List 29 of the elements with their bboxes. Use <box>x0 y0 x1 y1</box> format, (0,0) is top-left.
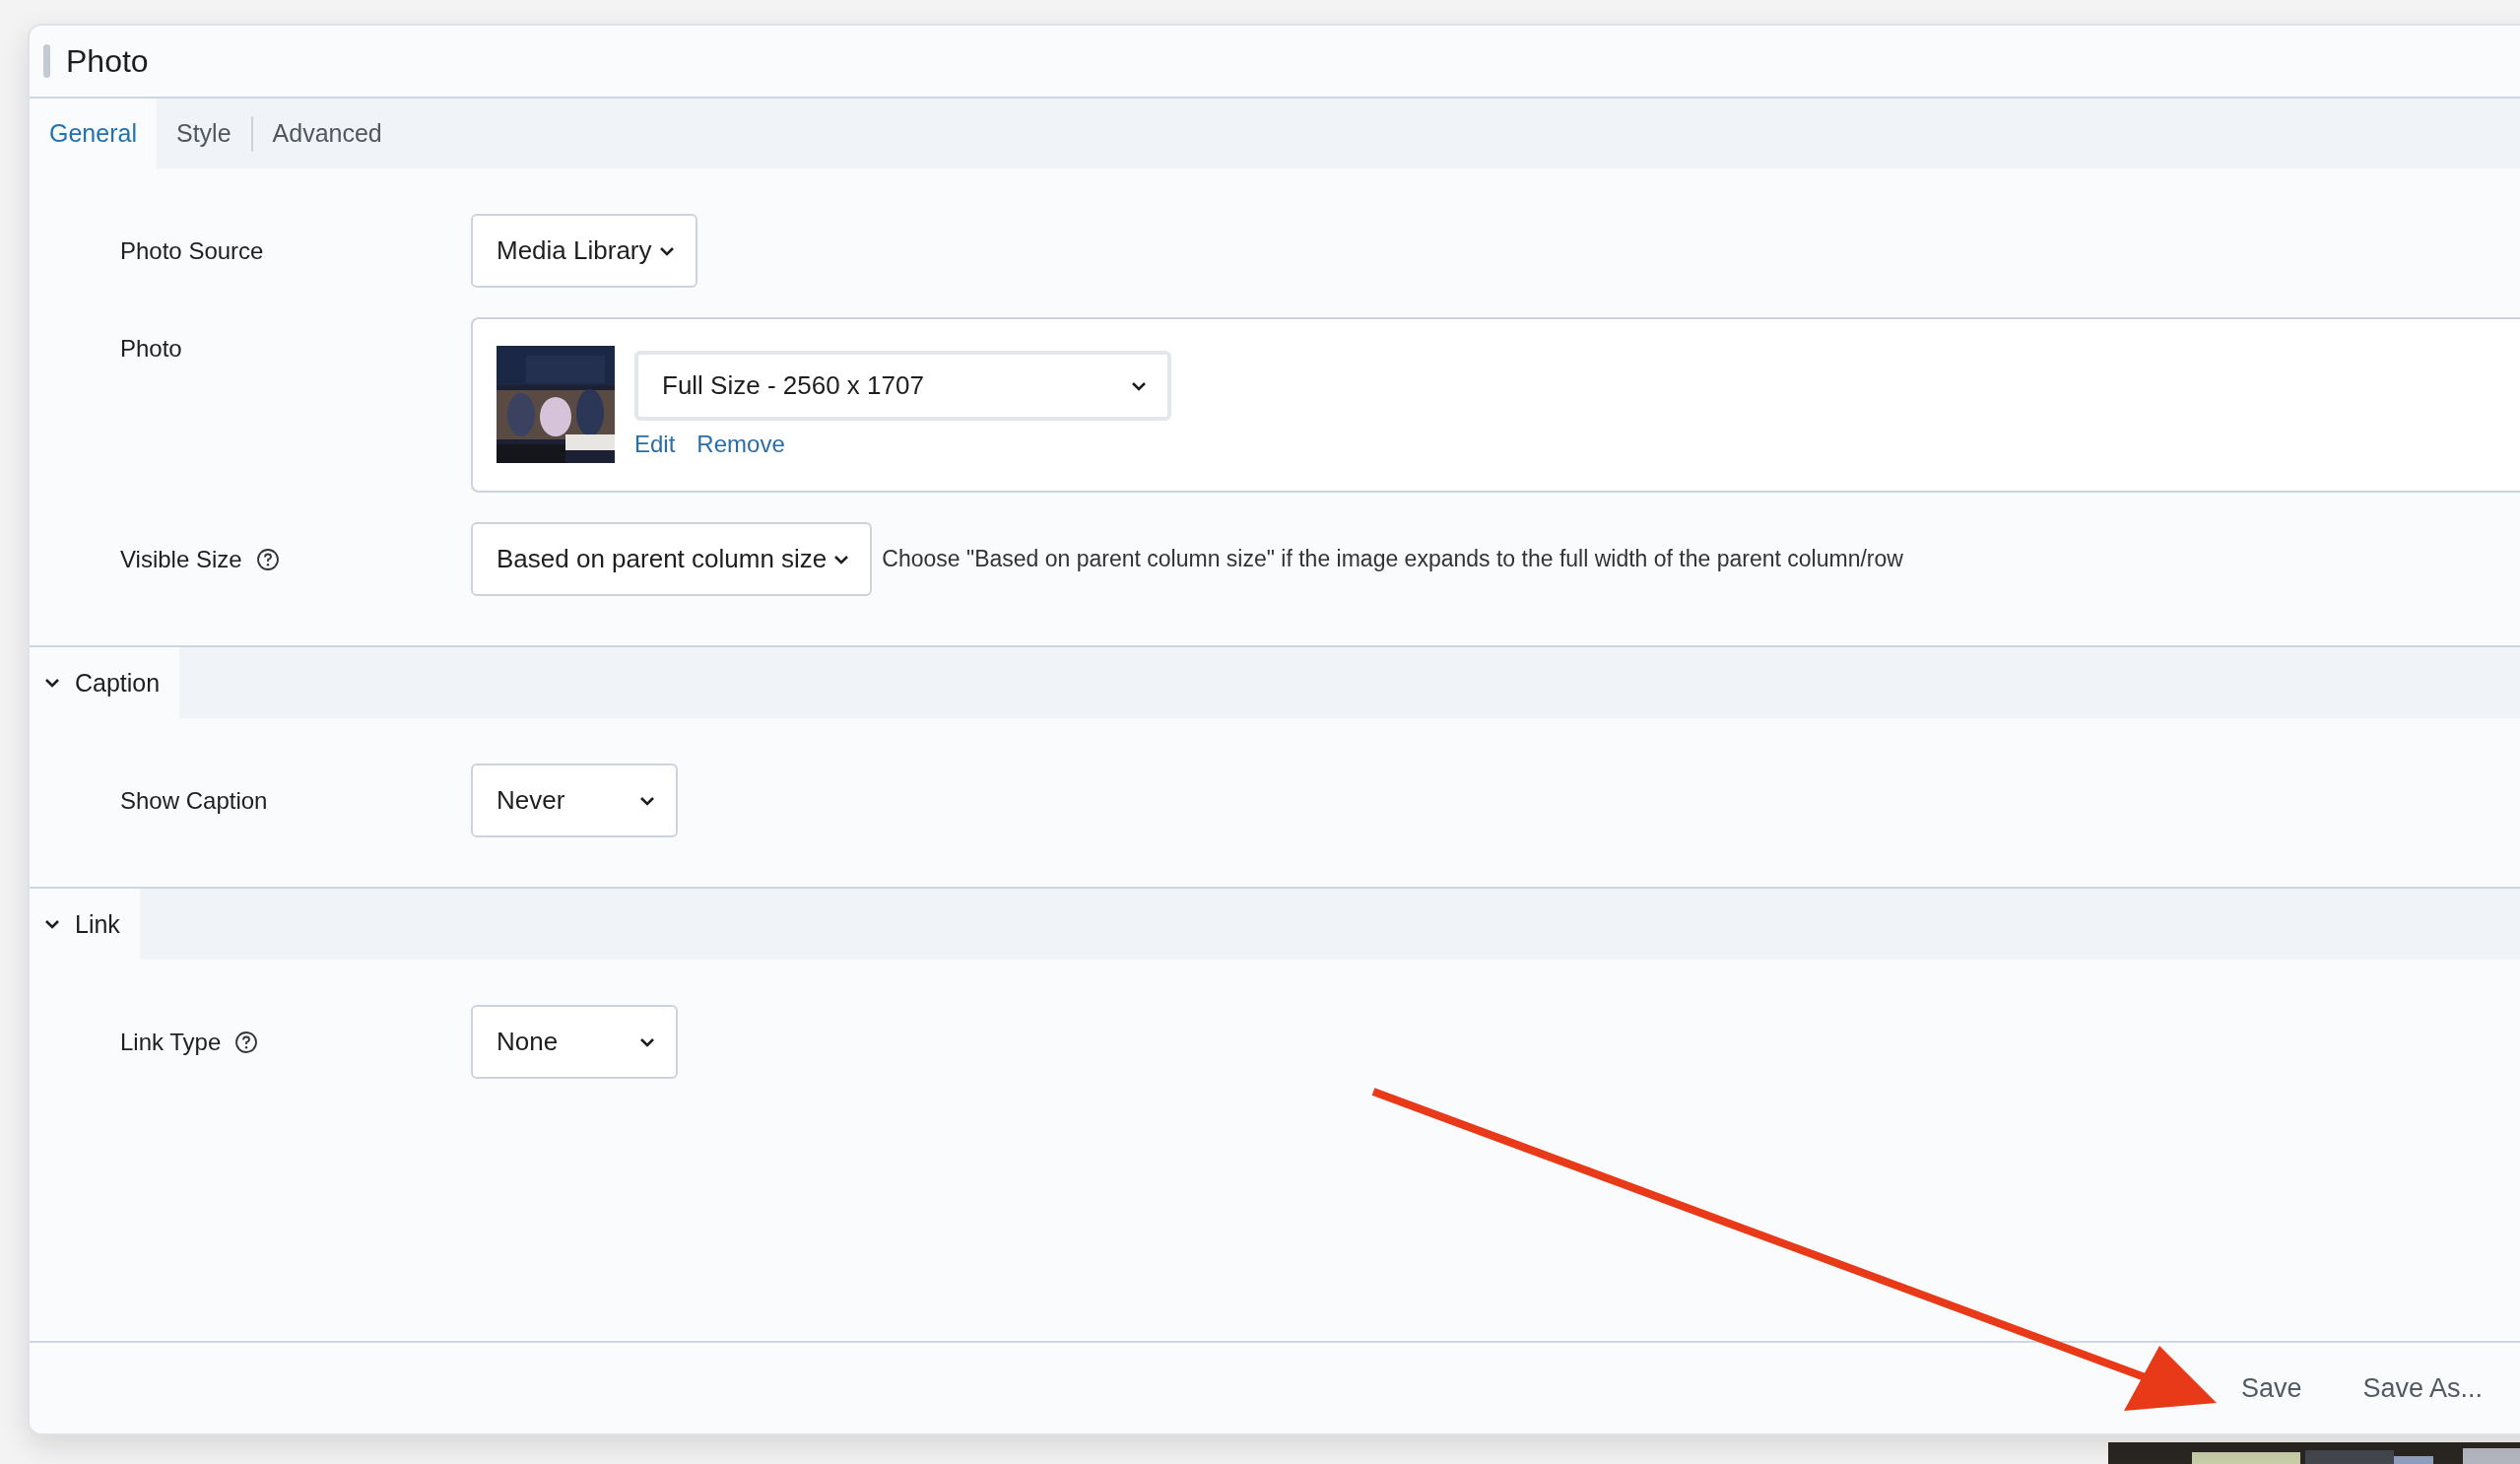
tab[interactable]: Style <box>156 99 251 168</box>
field-label: Show Caption <box>120 786 268 815</box>
link[interactable]: Edit <box>634 431 676 458</box>
caret-icon <box>832 553 851 566</box>
caret-icon <box>1130 379 1148 392</box>
help-icon[interactable] <box>234 1030 259 1054</box>
dropdown[interactable]: Based on parent column size <box>471 522 873 596</box>
caret-icon <box>657 244 676 257</box>
help-text: Choose "Based on parent column size" if the image expands to the full width of the parent column/row <box>882 546 1903 572</box>
tab[interactable]: General <box>30 99 157 168</box>
field-label: Photo <box>120 335 182 363</box>
dropdown[interactable]: Full Size - 2560 x 1707 <box>634 351 1171 421</box>
tab[interactable]: Advanced <box>252 99 402 168</box>
help-icon[interactable] <box>255 547 280 571</box>
link[interactable]: Remove <box>696 431 785 458</box>
dropdown[interactable]: None <box>471 1005 678 1079</box>
dropdown[interactable]: Media Library <box>471 214 697 288</box>
field-label: Visible Size <box>120 545 242 573</box>
section-toggle[interactable]: Link <box>30 889 140 960</box>
section-toggle[interactable]: Caption <box>30 647 180 718</box>
field-label: Photo Source <box>120 236 264 265</box>
caret-icon <box>638 794 656 807</box>
footer-button[interactable]: Save As... <box>2339 1366 2506 1410</box>
field-label: Link Type <box>120 1028 222 1056</box>
drag-handle[interactable] <box>43 44 50 78</box>
footer-button[interactable]: Save <box>2217 1366 2326 1410</box>
dialog-title: Photo <box>66 42 149 80</box>
caret-icon <box>638 1035 656 1048</box>
dropdown[interactable]: Never <box>471 764 678 837</box>
